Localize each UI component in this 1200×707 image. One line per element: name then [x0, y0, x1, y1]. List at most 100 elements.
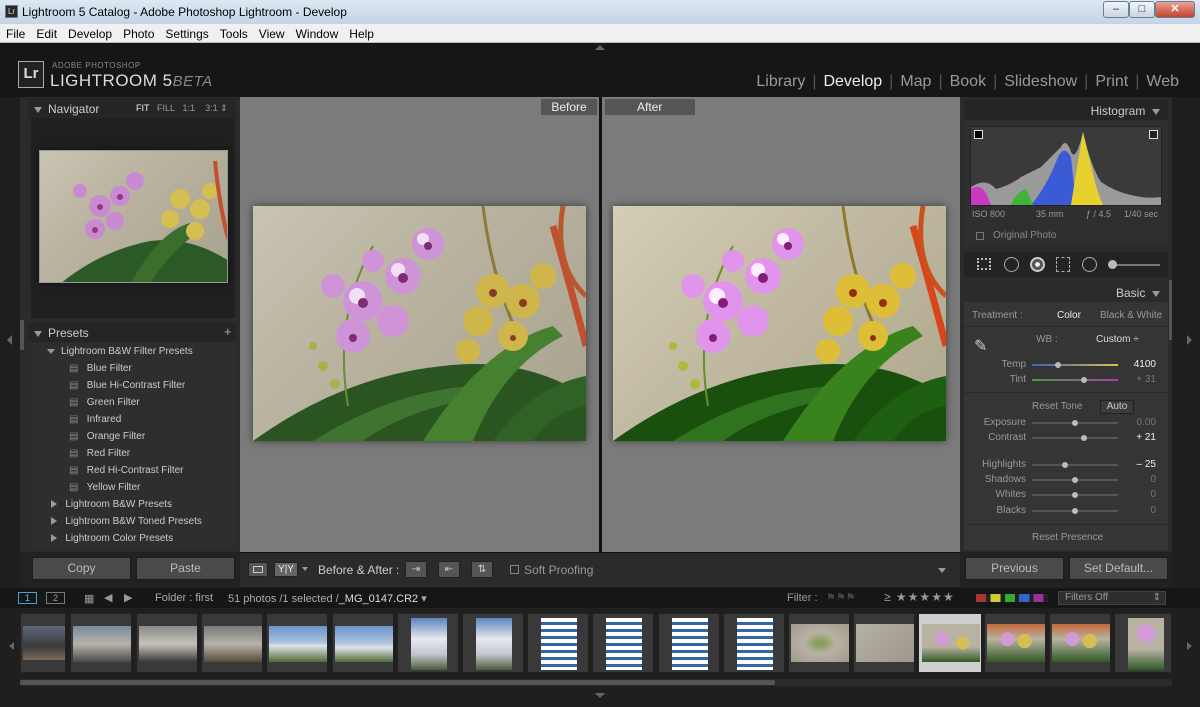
auto-tone-button[interactable]: Auto	[1100, 400, 1134, 414]
forward-arrow-icon[interactable]: ▶	[124, 591, 132, 604]
slider-knob[interactable]	[1072, 508, 1078, 514]
blacks-value[interactable]: 0	[1124, 505, 1156, 516]
folder-label[interactable]: Folder : first	[155, 592, 213, 604]
filmstrip-left-arrow[interactable]	[9, 642, 14, 650]
graduated-filter-icon[interactable]	[1056, 257, 1070, 272]
contrast-value[interactable]: + 21	[1124, 432, 1156, 443]
menu-tools[interactable]: Tools	[214, 24, 253, 41]
slider-knob[interactable]	[1072, 420, 1078, 426]
navigator-thumbnail[interactable]	[39, 150, 228, 283]
shadows-slider[interactable]	[1032, 477, 1118, 483]
preset-item[interactable]: ▤ Blue Hi-Contrast Filter	[69, 380, 185, 397]
filmstrip-thumbnail-selected[interactable]	[918, 613, 982, 673]
filmstrip-thumbnail[interactable]	[592, 613, 654, 673]
treatment-color[interactable]: Color	[1057, 310, 1081, 321]
filmstrip-thumbnail[interactable]	[332, 613, 394, 673]
filmstrip-thumbnail[interactable]	[70, 613, 132, 673]
highlight-clipping-toggle[interactable]	[1149, 130, 1158, 139]
filmstrip-right-arrow[interactable]	[1187, 642, 1192, 650]
basic-header[interactable]: Basic	[964, 282, 1168, 302]
zoom-fit[interactable]: FIT	[136, 103, 150, 113]
shadows-value[interactable]: 0	[1124, 474, 1156, 485]
preset-item[interactable]: ▤ Red Filter	[69, 448, 130, 465]
tint-slider[interactable]	[1032, 377, 1118, 383]
preset-item[interactable]: ▤ Blue Filter	[69, 363, 132, 380]
before-image[interactable]	[253, 206, 586, 441]
add-preset-button[interactable]: +	[224, 324, 232, 339]
left-panel-scrollbar[interactable]	[20, 320, 24, 350]
back-arrow-icon[interactable]: ◀	[104, 591, 112, 604]
highlights-slider[interactable]	[1032, 462, 1118, 468]
red-eye-icon[interactable]	[1030, 257, 1045, 272]
current-file-name[interactable]: _MG_0147.CR2	[339, 593, 419, 605]
filmstrip-thumbnail[interactable]	[658, 613, 720, 673]
collapse-top-panel-icon[interactable]	[595, 45, 605, 50]
whites-slider[interactable]	[1032, 492, 1118, 498]
filmstrip-thumbnail[interactable]	[788, 613, 850, 673]
zoom-3-1[interactable]: 3:1	[205, 103, 218, 113]
loupe-view-icon[interactable]	[248, 562, 268, 577]
menu-window[interactable]: Window	[290, 24, 344, 41]
after-image[interactable]	[613, 206, 946, 441]
module-slideshow[interactable]: Slideshow	[997, 73, 1084, 91]
exposure-value[interactable]: 0.00	[1124, 417, 1156, 428]
filmstrip-thumbnail[interactable]	[527, 613, 589, 673]
original-photo-checkbox[interactable]	[976, 232, 984, 240]
preset-item[interactable]: ▤ Infrared	[69, 414, 121, 431]
copy-before-to-after-icon[interactable]: ⇥	[405, 561, 427, 578]
color-label-filter[interactable]	[976, 594, 1048, 602]
slider-knob[interactable]	[1080, 435, 1087, 441]
exposure-slider[interactable]	[1032, 420, 1118, 426]
zoom-fill[interactable]: FILL	[157, 103, 175, 113]
filmstrip-thumbnail[interactable]	[853, 613, 915, 673]
copy-button[interactable]: Copy	[32, 557, 131, 580]
treatment-bw[interactable]: Black & White	[1100, 310, 1162, 321]
filters-dropdown[interactable]: Filters Off ⇕	[1058, 591, 1166, 605]
filmstrip-thumbnail[interactable]	[266, 613, 328, 673]
before-after-view-button[interactable]: Y|Y	[274, 562, 298, 577]
slider-knob[interactable]	[1072, 492, 1078, 498]
preset-folder-bw-filter[interactable]: Lightroom B&W Filter Presets	[47, 346, 193, 363]
menu-file[interactable]: File	[0, 24, 30, 41]
contrast-slider[interactable]	[1032, 435, 1118, 441]
slider-knob[interactable]	[1061, 462, 1068, 468]
rating-filter-stars[interactable]: ≥ ★★★★★	[884, 590, 955, 604]
wb-dropdown[interactable]: Custom ÷	[1096, 334, 1139, 345]
secondary-window-button[interactable]: 2	[46, 592, 65, 604]
slider-knob[interactable]	[1072, 477, 1078, 483]
filmstrip-thumbnail[interactable]	[1114, 613, 1172, 673]
module-web[interactable]: Web	[1139, 73, 1186, 91]
zoom-1-1[interactable]: 1:1	[183, 103, 196, 113]
blacks-slider[interactable]	[1032, 508, 1118, 514]
maximize-button[interactable]: □	[1129, 1, 1155, 18]
set-default-button[interactable]: Set Default...	[1069, 557, 1168, 580]
collapse-filmstrip-icon[interactable]	[595, 693, 605, 698]
menu-develop[interactable]: Develop	[62, 24, 117, 41]
main-window-button[interactable]: 1	[18, 592, 37, 604]
module-print[interactable]: Print	[1088, 73, 1135, 91]
module-library[interactable]: Library	[749, 73, 812, 91]
preset-item[interactable]: ▤ Yellow Filter	[69, 482, 140, 499]
swap-before-after-icon[interactable]: ⇅	[471, 561, 493, 578]
module-book[interactable]: Book	[943, 73, 993, 91]
filmstrip-thumbnail[interactable]	[462, 613, 524, 673]
menu-photo[interactable]: Photo	[117, 24, 159, 41]
presets-header[interactable]: Presets +	[28, 322, 236, 342]
shadow-clipping-toggle[interactable]	[974, 130, 983, 139]
close-button[interactable]: ✕	[1155, 1, 1195, 18]
menu-view[interactable]: View	[253, 24, 290, 41]
filmstrip-thumbnail[interactable]	[984, 613, 1046, 673]
wb-eyedropper-icon[interactable]: ✎	[974, 336, 988, 355]
filmstrip-thumbnail[interactable]	[397, 613, 459, 673]
module-develop[interactable]: Develop	[816, 73, 889, 91]
temp-slider[interactable]	[1032, 362, 1118, 368]
filmstrip-thumbnail[interactable]	[136, 613, 198, 673]
temp-value[interactable]: 4100	[1124, 359, 1156, 370]
brush-slider[interactable]	[1108, 260, 1160, 269]
whites-value[interactable]: 0	[1124, 489, 1156, 500]
preset-item[interactable]: ▤ Orange Filter	[69, 431, 145, 448]
navigator-header[interactable]: Navigator FIT FILL 1:1 3:1 ⇕	[28, 98, 236, 118]
module-map[interactable]: Map	[893, 73, 938, 91]
crop-tool-icon[interactable]	[977, 258, 991, 270]
copy-after-to-before-icon[interactable]: ⇤	[438, 561, 460, 578]
